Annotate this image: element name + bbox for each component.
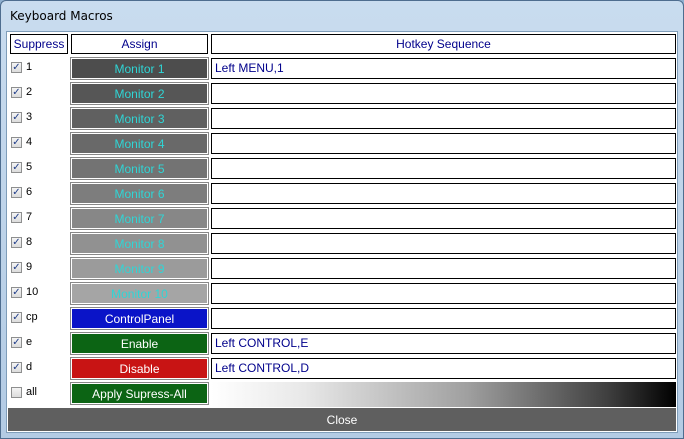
check-icon: ✓	[12, 87, 21, 98]
suppress-label: 3	[26, 111, 33, 123]
hotkey-sequence-field[interactable]	[211, 183, 676, 204]
macro-row: ✓ 8 Monitor 8	[7, 232, 679, 257]
suppress-checkbox[interactable]: ✓	[11, 262, 22, 273]
hotkey-sequence-field[interactable]	[211, 158, 676, 179]
suppress-label: cp	[26, 311, 38, 323]
suppress-label: 5	[26, 161, 33, 173]
check-icon: ✓	[12, 287, 21, 298]
assign-button[interactable]: Apply Supress-All	[70, 382, 209, 405]
suppress-label: 1	[26, 61, 33, 73]
suppress-checkbox[interactable]: ✓	[11, 112, 22, 123]
macro-row: ✓ 9 Monitor 9	[7, 257, 679, 282]
suppress-label: 8	[26, 236, 33, 248]
suppress-label: all	[26, 386, 38, 398]
macro-row: ✓ 10 Monitor 10	[7, 282, 679, 307]
check-icon: ✓	[12, 337, 21, 348]
suppress-label: 4	[26, 136, 33, 148]
assign-button[interactable]: Monitor 2	[70, 82, 209, 105]
hotkey-sequence-header: Hotkey Sequence	[211, 34, 676, 54]
assign-header: Assign	[71, 34, 208, 54]
hotkey-sequence-field[interactable]: Left CONTROL,D	[211, 358, 676, 379]
macro-row: ✓ 4 Monitor 4	[7, 132, 679, 157]
suppress-checkbox[interactable]: ✓	[11, 187, 22, 198]
suppress-label: 7	[26, 211, 33, 223]
assign-button[interactable]: ControlPanel	[70, 307, 209, 330]
macro-row: ✓ e Enable Left CONTROL,E	[7, 332, 679, 357]
suppress-checkbox[interactable]: ✓	[11, 237, 22, 248]
suppress-checkbox[interactable]: ✓	[11, 362, 22, 373]
suppress-header: Suppress	[10, 34, 68, 54]
macro-row: ✓ d Disable Left CONTROL,D	[7, 357, 679, 382]
macro-row: ✓ 1 Monitor 1 Left MENU,1	[7, 57, 679, 82]
hotkey-sequence-field[interactable]	[211, 208, 676, 229]
check-icon: ✓	[12, 162, 21, 173]
macro-table: Suppress Assign Hotkey Sequence ✓ 1 Monito…	[6, 31, 678, 433]
assign-button[interactable]: Monitor 1	[70, 57, 209, 80]
suppress-checkbox[interactable]: ✓	[11, 162, 22, 173]
suppress-label: 10	[26, 286, 39, 298]
hotkey-sequence-field[interactable]	[211, 283, 676, 304]
suppress-checkbox[interactable]: ✓	[11, 287, 22, 298]
suppress-checkbox[interactable]: ✓	[11, 312, 22, 323]
check-icon: ✓	[12, 362, 21, 373]
assign-button[interactable]: Enable	[70, 332, 209, 355]
check-icon: ✓	[12, 212, 21, 223]
macro-row: ✓ 5 Monitor 5	[7, 157, 679, 182]
check-icon: ✓	[12, 262, 21, 273]
hotkey-sequence-field[interactable]	[211, 83, 676, 104]
check-icon: ✓	[12, 112, 21, 123]
hotkey-sequence-field[interactable]	[211, 133, 676, 154]
gradient-bar	[211, 382, 676, 407]
macro-row: ✓ 6 Monitor 6	[7, 182, 679, 207]
hotkey-sequence-field[interactable]: Left CONTROL,E	[211, 333, 676, 354]
assign-button[interactable]: Monitor 5	[70, 157, 209, 180]
check-icon: ✓	[12, 62, 21, 73]
hotkey-sequence-field[interactable]	[211, 233, 676, 254]
check-icon: ✓	[12, 237, 21, 248]
check-icon: ✓	[12, 312, 21, 323]
macro-row: ✓ 7 Monitor 7	[7, 207, 679, 232]
suppress-checkbox[interactable]	[11, 387, 22, 398]
hotkey-sequence-field[interactable]	[211, 258, 676, 279]
suppress-checkbox[interactable]: ✓	[11, 137, 22, 148]
keyboard-macros-window: Keyboard Macros Suppress Assign Hotkey S…	[0, 0, 684, 439]
suppress-checkbox[interactable]: ✓	[11, 87, 22, 98]
suppress-label: 2	[26, 86, 33, 98]
title-bar[interactable]: Keyboard Macros	[1, 1, 683, 31]
hotkey-sequence-field[interactable]	[211, 308, 676, 329]
assign-button[interactable]: Monitor 7	[70, 207, 209, 230]
suppress-checkbox[interactable]: ✓	[11, 212, 22, 223]
suppress-label: d	[26, 361, 33, 373]
suppress-label: e	[26, 336, 33, 348]
check-icon: ✓	[12, 137, 21, 148]
assign-button[interactable]: Monitor 8	[70, 232, 209, 255]
assign-button[interactable]: Monitor 9	[70, 257, 209, 280]
macro-row: ✓ 2 Monitor 2	[7, 82, 679, 107]
assign-button[interactable]: Monitor 3	[70, 107, 209, 130]
suppress-label: 6	[26, 186, 33, 198]
check-icon: ✓	[12, 187, 21, 198]
suppress-checkbox[interactable]: ✓	[11, 337, 22, 348]
suppress-checkbox[interactable]: ✓	[11, 62, 22, 73]
assign-button[interactable]: Monitor 4	[70, 132, 209, 155]
macro-row: ✓ 3 Monitor 3	[7, 107, 679, 132]
suppress-label: 9	[26, 261, 33, 273]
assign-button[interactable]: Disable	[70, 357, 209, 380]
window-title: Keyboard Macros	[10, 9, 113, 23]
assign-button[interactable]: Monitor 6	[70, 182, 209, 205]
hotkey-sequence-field[interactable]	[211, 108, 676, 129]
hotkey-sequence-field[interactable]: Left MENU,1	[211, 58, 676, 79]
macro-row: ✓ cp ControlPanel	[7, 307, 679, 332]
assign-button[interactable]: Monitor 10	[70, 282, 209, 305]
close-button[interactable]: Close	[8, 408, 676, 431]
